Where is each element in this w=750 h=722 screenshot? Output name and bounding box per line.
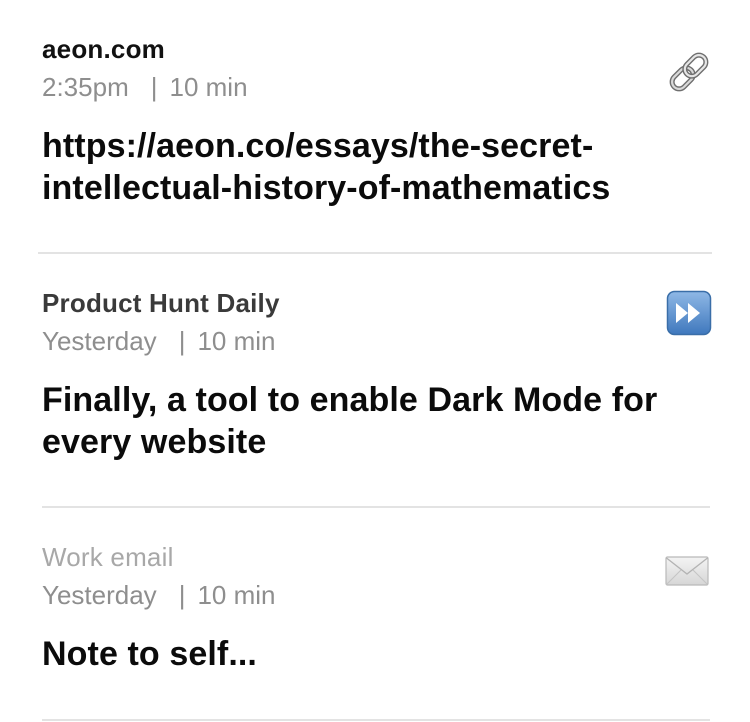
divider xyxy=(42,719,710,721)
item-meta: Yesterday | 10 min xyxy=(42,324,712,358)
item-time: 2:35pm xyxy=(42,72,129,102)
list-item[interactable]: Product Hunt Daily Yesterday | 10 min Fina… xyxy=(42,286,712,463)
envelope-icon xyxy=(664,548,710,594)
item-title: Finally, a tool to enable Dark Mode for … xyxy=(42,381,658,461)
item-title: Note to self... xyxy=(42,635,257,673)
meta-separator: | xyxy=(178,326,186,356)
item-duration: 10 min xyxy=(197,580,276,610)
meta-separator: | xyxy=(150,72,158,102)
meta-separator: | xyxy=(178,580,186,610)
divider xyxy=(42,506,710,508)
item-source: Product Hunt Daily xyxy=(42,288,280,318)
item-meta: Yesterday | 10 min xyxy=(42,578,712,612)
item-source: aeon.com xyxy=(42,34,165,64)
fast-forward-icon xyxy=(666,290,712,336)
item-time: Yesterday xyxy=(42,580,157,610)
item-time: Yesterday xyxy=(42,326,157,356)
list-item[interactable]: Work email Yesterday | 10 min Note to self… xyxy=(42,540,712,675)
item-source: Work email xyxy=(42,542,174,572)
item-duration: 10 min xyxy=(197,326,276,356)
item-duration: 10 min xyxy=(169,72,248,102)
list-item[interactable]: aeon.com 2:35pm | 10 min https://aeon.co/e… xyxy=(42,32,712,209)
reading-feed: aeon.com 2:35pm | 10 min https://aeon.co/e… xyxy=(0,0,750,722)
item-title: https://aeon.co/essays/the-secret-intell… xyxy=(42,127,611,207)
divider xyxy=(38,252,712,254)
link-icon xyxy=(666,49,712,95)
item-meta: 2:35pm | 10 min xyxy=(42,70,712,104)
